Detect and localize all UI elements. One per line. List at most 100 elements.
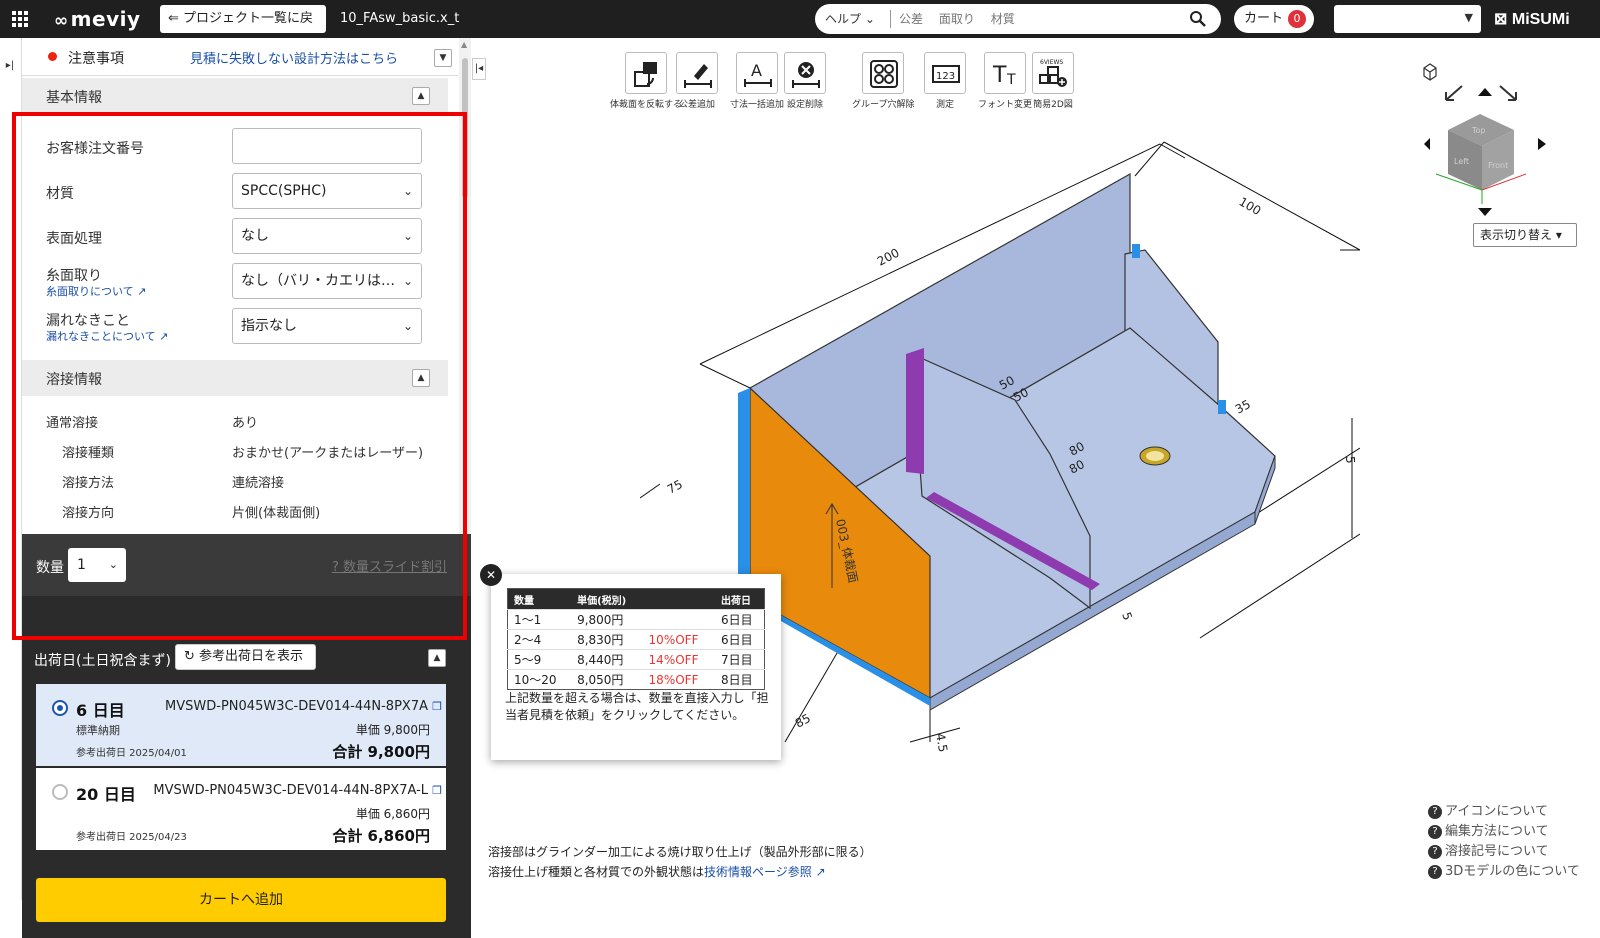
help-link-model-colors[interactable]: ? 3Dモデルの色について (1428, 862, 1580, 882)
measure-icon: 123 (932, 65, 960, 83)
search-bar[interactable]: ヘルプ ⌄ 公差 面取り 材質 (815, 4, 1221, 34)
tool-dimension-batch[interactable]: A 寸法一括追加 (730, 52, 784, 110)
notice-toggle-button[interactable]: ▼ (434, 49, 452, 67)
suggestion-material[interactable]: 材質 (991, 12, 1015, 26)
footer-line-2: 溶接仕上げ種類と各材質での外観状態は技術情報ページ参照 ↗ (488, 865, 826, 879)
shipping-collapse-button[interactable]: ▲ (428, 649, 446, 667)
total-price: 合計 6,860円 (332, 827, 430, 845)
part-number: MVSWD-PN045W3C-DEV014-44N-8PX7A-L (153, 783, 428, 798)
shipping-days: 6 日目 (76, 701, 125, 720)
search-icon[interactable] (1189, 10, 1207, 28)
arrow-down-icon[interactable] (1478, 208, 1492, 216)
svg-text:123: 123 (936, 71, 955, 82)
svg-text:4.5: 4.5 (933, 732, 950, 753)
meviy-mark-icon: ∞ (54, 11, 69, 31)
shipping-ref-date: 参考出荷日 2025/04/01 (76, 748, 187, 759)
add-to-cart-button[interactable]: カートへ追加 (36, 878, 446, 922)
svg-text:Left: Left (1454, 157, 1469, 166)
suggestion-chamfer[interactable]: 面取り (939, 12, 975, 26)
help-link-weld-symbols[interactable]: ? 溶接記号について (1428, 842, 1580, 862)
footer-line-1: 溶接部はグラインダー加工による焼け取り仕上げ（製品外形部に限る） (488, 845, 872, 859)
basic-info-collapse-button[interactable]: ▲ (412, 87, 430, 105)
shipping-radio[interactable] (52, 784, 68, 800)
collapse-panel-icon[interactable]: |◂ (472, 58, 486, 80)
search-suggestions: 公差 面取り 材質 (899, 10, 1027, 28)
rotate-left-icon[interactable] (1445, 85, 1463, 101)
tool-simple-2d[interactable]: 6VIEWS 簡易2D図 (1032, 52, 1074, 110)
tech-info-link[interactable]: 技術情報ページ参照 ↗ (704, 865, 826, 879)
refresh-icon: ↻ (184, 649, 195, 664)
top-bar: ∞meviy ⇐ プロジェクト一覧に戻る 10_FAsw_basic.x_t ヘ… (0, 0, 1600, 54)
cart-button[interactable]: カート 0 (1234, 5, 1314, 33)
table-row: 1〜1 9,800円 6日目 (507, 609, 765, 630)
close-icon: ✕ (485, 568, 497, 582)
account-select[interactable]: ▼ (1334, 5, 1481, 33)
shipping-standard: 標準納期 (76, 724, 120, 737)
cart-count-badge: 0 (1288, 10, 1306, 28)
tool-measure[interactable]: 123 測定 (924, 52, 966, 110)
tool-font-change[interactable]: TT フォント変更 (978, 52, 1032, 110)
view-switch-dropdown[interactable]: 表示切り替え ▾ (1473, 223, 1577, 247)
svg-text:T: T (1006, 72, 1016, 88)
popup-note: 上記数量を超える場合は、数量を直接入力し「担当者見積を依頼」をクリックしてくださ… (505, 691, 769, 722)
price-table: 数量 単価(税別) 出荷日 1〜1 9,800円 6日目 2〜4 8,830円 10%O… (507, 588, 765, 690)
home-view-icon[interactable] (1423, 63, 1437, 81)
col-discount (642, 588, 716, 610)
copy-icon[interactable]: ❐ (432, 700, 442, 713)
flip-face-icon (634, 62, 657, 87)
chevron-down-icon: ▾ (1555, 228, 1562, 242)
rotate-right-icon[interactable] (1499, 85, 1517, 101)
suggestion-tolerance[interactable]: 公差 (899, 12, 923, 26)
close-popup-button[interactable]: ✕ (480, 564, 502, 586)
svg-text:5: 5 (1343, 456, 1357, 464)
svg-text:6VIEWS: 6VIEWS (1040, 59, 1063, 66)
help-links: ? アイコンについて ? 編集方法について ? 溶接記号について ? 3Dモデルの色につ… (1428, 802, 1580, 882)
design-tips-link[interactable]: 見積に失敗しない設計方法はこちら (190, 48, 398, 67)
navigation-cube[interactable]: Top Left Front (1448, 114, 1514, 190)
help-link-icons[interactable]: ? アイコンについて (1428, 802, 1580, 822)
tool-ungroup-holes[interactable]: グループ穴解除 (852, 52, 914, 110)
unit-price: 単価 6,860円 (355, 807, 430, 821)
meviy-logo[interactable]: ∞ meviy (54, 7, 141, 31)
copy-icon[interactable]: ❐ (432, 784, 442, 797)
notice-bar: 注意事項 見積に失敗しない設計方法はこちら ▼ (22, 38, 458, 76)
help-dropdown[interactable]: ヘルプ ⌄ (825, 10, 891, 28)
tool-flip-face[interactable]: 体裁面を反転する (610, 52, 682, 110)
svg-text:A: A (751, 61, 762, 80)
arrow-up-icon[interactable] (1478, 88, 1492, 96)
misumi-logo[interactable]: ⊠ MiSUMi (1494, 9, 1570, 29)
tool-tolerance-add[interactable]: 公差追加 (676, 52, 718, 110)
help-icon: ? (1428, 825, 1442, 839)
apps-grid-icon[interactable] (12, 11, 28, 27)
ungroup-holes-icon (870, 60, 899, 88)
shipping-radio[interactable] (52, 700, 68, 716)
arrow-right-icon[interactable] (1538, 138, 1546, 150)
delete-setting-icon (792, 62, 820, 88)
arrow-left-icon[interactable] (1424, 138, 1430, 150)
help-icon: ? (1428, 845, 1442, 859)
font-change-icon: TT (992, 63, 1016, 88)
table-row: 10〜20 8,050円 18%OFF 8日目 (507, 669, 765, 690)
help-icon: ? (1428, 865, 1442, 879)
simple-2d-icon: 6VIEWS (1039, 59, 1067, 87)
show-reference-date-button[interactable]: ↻ 参考出荷日を表示 (175, 644, 316, 670)
tool-delete-setting[interactable]: 設定削除 (784, 52, 826, 110)
scroll-up-icon[interactable]: ▲ (461, 40, 467, 49)
svg-text:85: 85 (793, 711, 813, 731)
svg-text:100: 100 (1237, 194, 1264, 218)
unit-price: 単価 9,800円 (355, 723, 430, 737)
col-unit-price: 単価(税別) (571, 588, 643, 610)
shipping-option[interactable]: 20 日目 参考出荷日 2025/04/23 MVSWD-PN045W3C-DE… (36, 768, 446, 850)
back-to-projects-button[interactable]: ⇐ プロジェクト一覧に戻る (160, 5, 326, 54)
col-quantity: 数量 (507, 588, 572, 610)
shipping-option[interactable]: 6 日目 標準納期 参考出荷日 2025/04/01 MVSWD-PN045W3… (36, 684, 446, 766)
shipping-ref-date: 参考出荷日 2025/04/23 (76, 832, 187, 843)
svg-text:5: 5 (1119, 610, 1135, 622)
table-header-row: 数量 単価(税別) 出荷日 (507, 588, 765, 610)
total-price: 合計 9,800円 (332, 743, 430, 761)
help-link-editing[interactable]: ? 編集方法について (1428, 822, 1580, 842)
weld-footer-note: 溶接部はグラインダー加工による焼け取り仕上げ（製品外形部に限る） 溶接仕上げ種類… (488, 842, 872, 882)
expand-panel-icon[interactable]: ▸| (2, 56, 18, 76)
highlight-frame (12, 112, 467, 640)
external-link-icon: ↗ (815, 865, 826, 879)
